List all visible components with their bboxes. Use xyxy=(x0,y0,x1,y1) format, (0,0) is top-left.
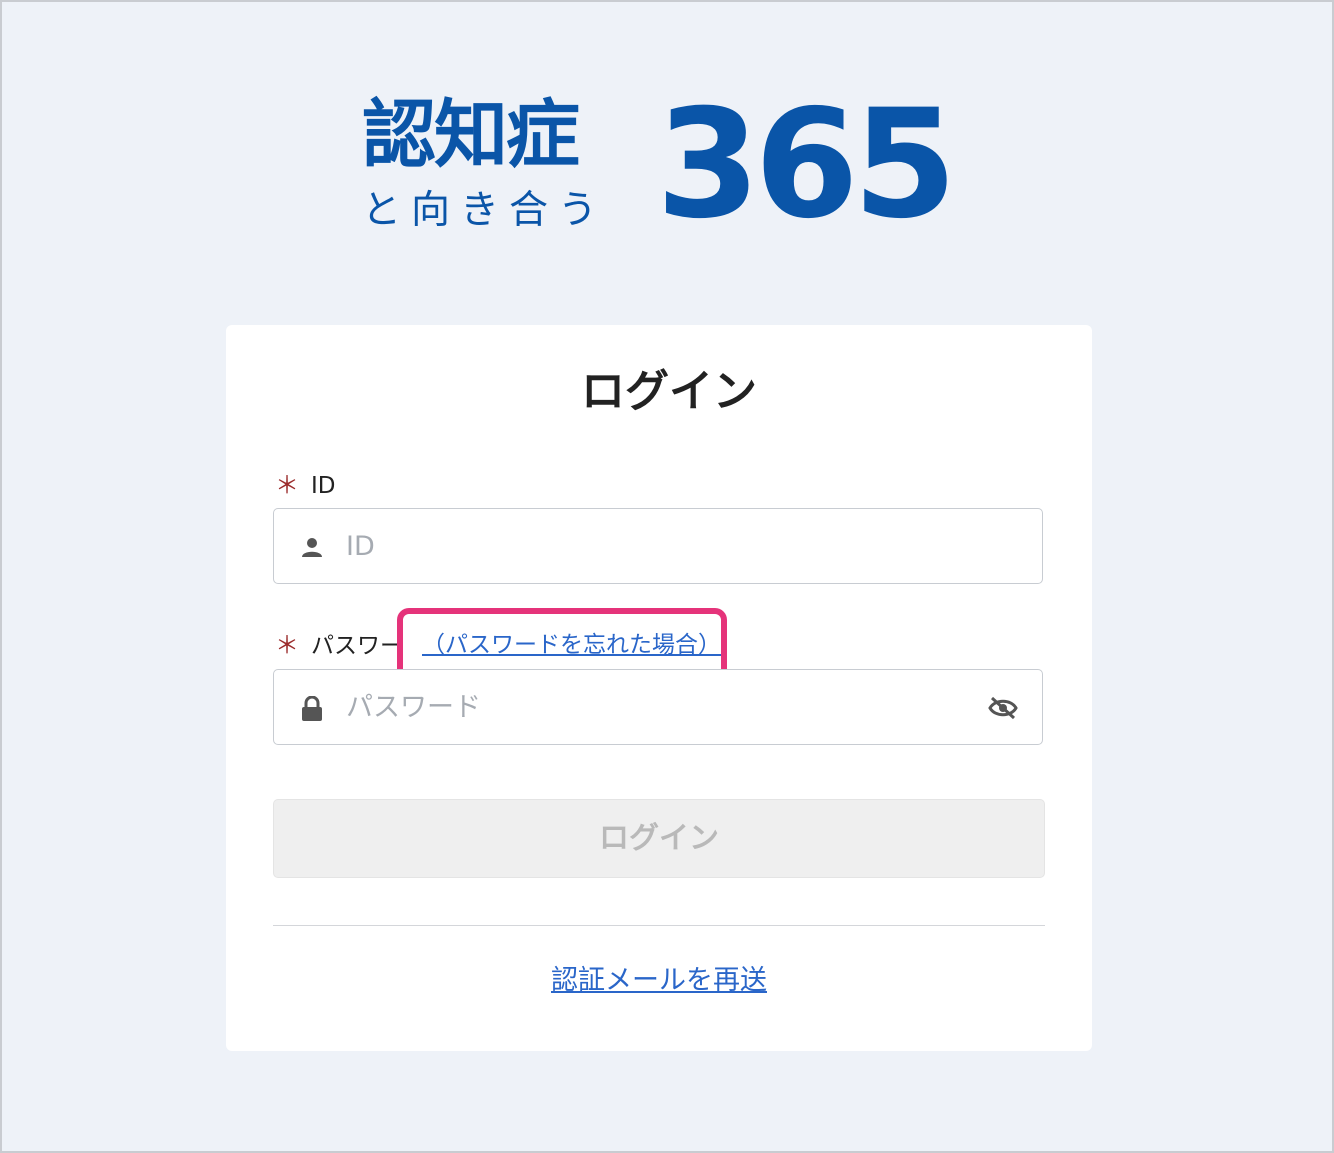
id-placeholder: ID xyxy=(346,531,375,562)
user-icon xyxy=(300,535,324,559)
required-mark: ＊ xyxy=(275,471,299,499)
page-title: ログイン xyxy=(581,366,757,417)
password-placeholder: パスワード xyxy=(346,692,481,723)
eye-off-icon[interactable] xyxy=(988,696,1018,720)
required-mark: ＊ xyxy=(275,631,299,659)
logo-number: 365 xyxy=(656,78,957,252)
resend-email-link[interactable]: 認証メールを再送 xyxy=(2,964,1316,998)
forgot-password-link[interactable]: （パスワードを忘れた場合） xyxy=(422,630,721,660)
divider xyxy=(273,925,1045,926)
logo-sub-text: と向き合う xyxy=(362,188,608,233)
logo: 認知症 と向き合う 365 xyxy=(362,90,962,240)
id-label: ＊ ID xyxy=(275,470,336,501)
lock-icon xyxy=(300,695,324,721)
id-input[interactable]: ID xyxy=(273,508,1043,584)
page-background: 認知症 と向き合う 365 ログイン ＊ ID ID ＊ パスワード （パスワードを… xyxy=(0,0,1334,1153)
id-label-text: ID xyxy=(311,473,336,499)
login-button[interactable]: ログイン xyxy=(273,799,1045,878)
logo-main-text: 認知症 xyxy=(362,92,580,178)
password-input[interactable]: パスワード xyxy=(273,669,1043,745)
